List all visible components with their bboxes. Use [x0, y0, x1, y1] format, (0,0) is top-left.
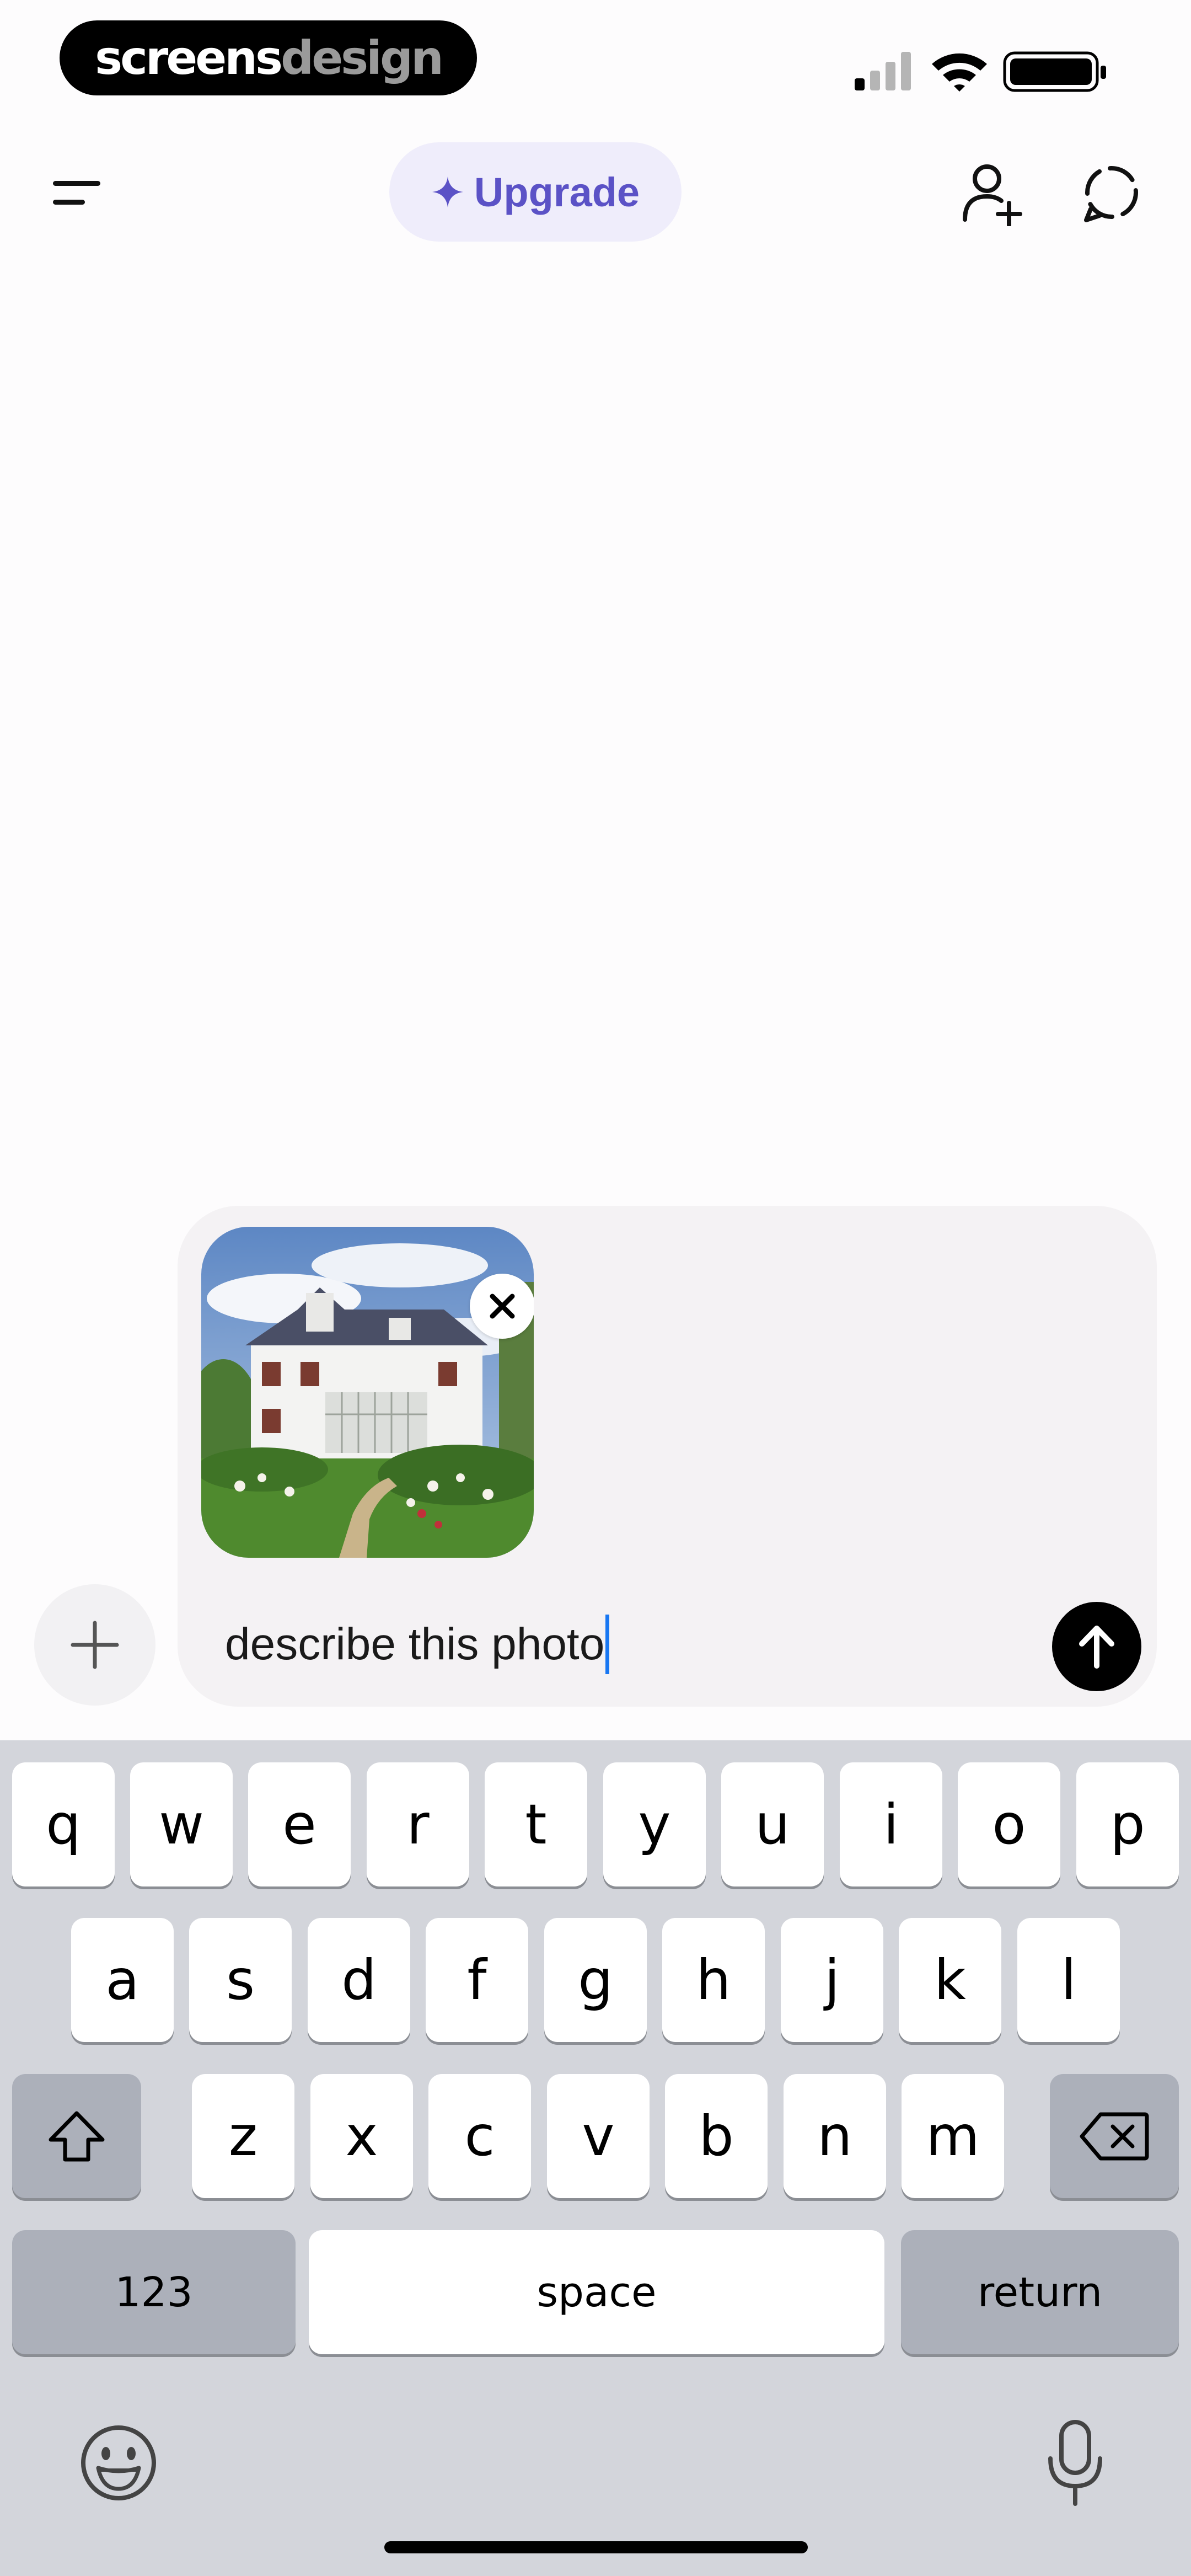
brand-text: screensdesign: [95, 35, 444, 81]
attached-photo[interactable]: [201, 1227, 534, 1558]
new-chat-button[interactable]: [1081, 163, 1142, 225]
key-z[interactable]: z: [192, 2074, 294, 2198]
key-c[interactable]: c: [428, 2074, 531, 2198]
key-l[interactable]: l: [1017, 1918, 1120, 2042]
key-n[interactable]: n: [784, 2074, 886, 2198]
plus-icon: [71, 1621, 119, 1669]
close-icon: [490, 1294, 515, 1319]
key-j[interactable]: j: [781, 1918, 883, 2042]
sparkle-icon: [432, 177, 463, 207]
key-r[interactable]: r: [367, 1762, 469, 1886]
numbers-key[interactable]: 123: [12, 2230, 296, 2354]
key-f[interactable]: f: [426, 1918, 528, 2042]
arrow-up-icon: [1079, 1626, 1114, 1669]
remove-attachment-button[interactable]: [470, 1274, 534, 1339]
key-v[interactable]: v: [547, 2074, 650, 2198]
emoji-icon: [81, 2425, 156, 2500]
key-m[interactable]: m: [902, 2074, 1004, 2198]
brand-logo: screensdesign: [60, 20, 477, 95]
upgrade-label: Upgrade: [474, 169, 640, 215]
battery-icon: [1003, 51, 1106, 92]
return-key[interactable]: return: [901, 2230, 1179, 2354]
key-q[interactable]: q: [12, 1762, 115, 1886]
hamburger-menu-icon: [53, 181, 100, 205]
cellular-signal-icon: [855, 52, 911, 90]
key-o[interactable]: o: [958, 1762, 1060, 1886]
key-a[interactable]: a: [71, 1918, 174, 2042]
message-composer[interactable]: describe this photo: [178, 1206, 1157, 1707]
key-w[interactable]: w: [130, 1762, 233, 1886]
message-input-value: describe this photo: [225, 1619, 605, 1669]
backspace-icon: [1080, 2112, 1149, 2160]
dictation-button[interactable]: [1045, 2419, 1106, 2507]
key-y[interactable]: y: [603, 1762, 706, 1886]
key-k[interactable]: k: [899, 1918, 1001, 2042]
key-i[interactable]: i: [840, 1762, 942, 1886]
menu-button[interactable]: [50, 171, 105, 215]
add-user-icon: [963, 164, 1022, 227]
photo-thumbnail: [201, 1227, 534, 1558]
space-key[interactable]: space: [309, 2230, 884, 2354]
microphone-icon: [1048, 2420, 1102, 2506]
send-button[interactable]: [1052, 1602, 1141, 1691]
status-bar: screensdesign: [0, 0, 1191, 110]
wifi-icon: [932, 53, 987, 92]
home-indicator[interactable]: [384, 2541, 808, 2553]
key-e[interactable]: e: [248, 1762, 351, 1886]
message-input[interactable]: describe this photo: [225, 1614, 610, 1675]
status-icons: [855, 51, 1106, 92]
key-x[interactable]: x: [310, 2074, 413, 2198]
emoji-button[interactable]: [77, 2422, 160, 2504]
key-b[interactable]: b: [665, 2074, 768, 2198]
key-d[interactable]: d: [308, 1918, 410, 2042]
text-caret: [605, 1615, 610, 1674]
upgrade-button[interactable]: Upgrade: [389, 142, 682, 242]
shift-icon: [49, 2111, 105, 2161]
shift-key[interactable]: [12, 2074, 141, 2198]
key-h[interactable]: h: [662, 1918, 765, 2042]
add-user-button[interactable]: [959, 160, 1026, 227]
brand-text-part2: design: [281, 31, 444, 85]
key-p[interactable]: p: [1076, 1762, 1179, 1886]
brand-text-part1: screens: [95, 31, 283, 85]
add-attachment-button[interactable]: [34, 1584, 155, 1706]
key-s[interactable]: s: [189, 1918, 292, 2042]
key-g[interactable]: g: [544, 1918, 647, 2042]
delete-key[interactable]: [1050, 2074, 1179, 2198]
key-t[interactable]: t: [485, 1762, 587, 1886]
key-u[interactable]: u: [721, 1762, 824, 1886]
new-chat-icon: [1084, 166, 1138, 222]
